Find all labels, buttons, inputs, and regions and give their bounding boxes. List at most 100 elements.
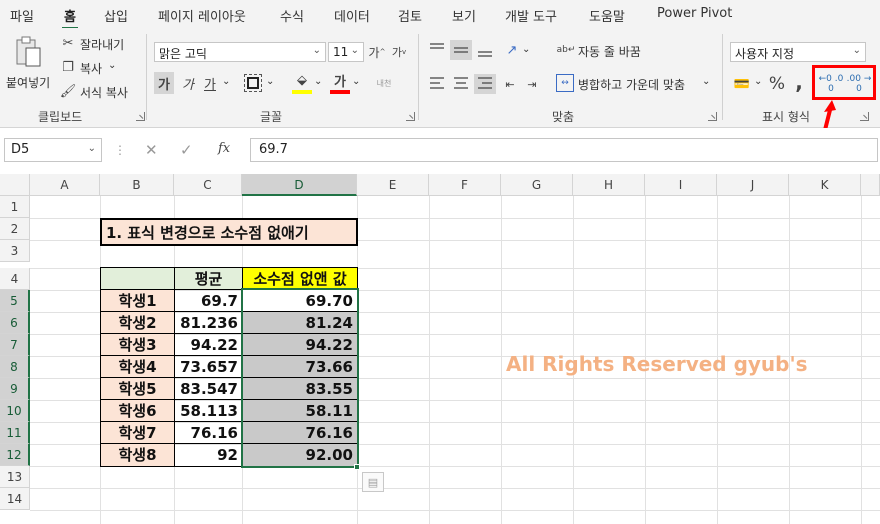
tab-home[interactable]: 홈 xyxy=(62,6,78,30)
fill-color-button[interactable]: ⬙ xyxy=(292,70,312,90)
tab-review[interactable]: 검토 xyxy=(398,6,422,25)
student-rounded-cell[interactable]: 83.55 xyxy=(242,377,358,400)
font-size-dropdown[interactable]: 11 ⌄ xyxy=(328,42,364,62)
font-color-button[interactable]: 가 xyxy=(330,70,350,90)
student-average-cell[interactable]: 92 xyxy=(174,443,243,467)
select-all-corner[interactable] xyxy=(0,174,30,196)
quick-analysis-icon[interactable]: ▤ xyxy=(362,472,384,492)
student-average-cell[interactable]: 69.7 xyxy=(174,289,243,312)
name-box[interactable]: D5 ⌄ xyxy=(4,138,102,162)
student-name-cell[interactable]: 학생5 xyxy=(100,377,175,400)
cancel-icon[interactable]: ✕ xyxy=(145,141,158,159)
tab-power-pivot[interactable]: Power Pivot xyxy=(657,6,732,21)
column-header-b[interactable]: B xyxy=(100,174,174,196)
orientation-icon[interactable]: ↗ xyxy=(502,40,522,60)
tab-insert[interactable]: 삽입 xyxy=(104,6,128,25)
column-header-j[interactable]: J xyxy=(717,174,789,196)
column-header-f[interactable]: F xyxy=(429,174,501,196)
column-header-d[interactable]: D xyxy=(242,174,357,196)
column-header-a[interactable]: A xyxy=(30,174,100,196)
comma-style-button[interactable]: , xyxy=(792,70,806,94)
row-header-12[interactable]: 12 xyxy=(0,444,30,466)
row-header-8[interactable]: 8 xyxy=(0,356,30,378)
clipboard-dialog-launcher-icon[interactable] xyxy=(136,112,145,121)
phonetic-guide-button[interactable]: 내천 xyxy=(372,72,396,94)
student-name-cell[interactable]: 학생6 xyxy=(100,399,175,422)
row-header-13[interactable]: 13 xyxy=(0,466,30,488)
student-name-cell[interactable]: 학생8 xyxy=(100,443,175,467)
row-header-3[interactable]: 3 xyxy=(0,240,30,262)
row-header-6[interactable]: 6 xyxy=(0,312,30,334)
student-name-cell[interactable]: 학생7 xyxy=(100,421,175,444)
column-header-c[interactable]: C xyxy=(174,174,242,196)
row-header-4[interactable]: 4 xyxy=(0,268,30,290)
student-name-cell[interactable]: 학생1 xyxy=(100,289,175,312)
spreadsheet-grid[interactable]: A B C D E F G H I J K 1 2 3 4 5 6 7 8 9 … xyxy=(0,174,880,524)
cut-button[interactable]: ✂ 잘라내기 xyxy=(60,34,130,54)
tab-help[interactable]: 도움말 xyxy=(589,6,625,25)
confirm-icon[interactable]: ✓ xyxy=(180,141,193,159)
column-header-g[interactable]: G xyxy=(501,174,573,196)
grow-font-button[interactable]: 가 ^ xyxy=(368,42,386,62)
column-header-k[interactable]: K xyxy=(789,174,861,196)
italic-button[interactable]: 가 xyxy=(178,72,198,94)
fill-handle[interactable] xyxy=(354,464,360,470)
student-rounded-cell[interactable]: 92.00 xyxy=(242,443,358,467)
font-dialog-launcher-icon[interactable] xyxy=(406,112,415,121)
tab-file[interactable]: 파일 xyxy=(10,6,34,25)
row-header-2[interactable]: 2 xyxy=(0,218,30,240)
student-name-cell[interactable]: 학생3 xyxy=(100,333,175,356)
wrap-text-button[interactable]: 자동 줄 바꿈 xyxy=(578,43,641,60)
row-header-10[interactable]: 10 xyxy=(0,400,30,422)
accounting-format-icon[interactable]: 💳 xyxy=(732,74,752,94)
student-rounded-cell[interactable]: 81.24 xyxy=(242,311,358,334)
tab-data[interactable]: 데이터 xyxy=(334,6,370,25)
row-header-5[interactable]: 5 xyxy=(0,290,30,312)
student-average-cell[interactable]: 58.113 xyxy=(174,399,243,422)
row-header-1[interactable]: 1 xyxy=(0,196,30,218)
student-rounded-cell[interactable]: 94.22 xyxy=(242,333,358,356)
student-name-cell[interactable]: 학생2 xyxy=(100,311,175,334)
student-average-cell[interactable]: 76.16 xyxy=(174,421,243,444)
number-format-dropdown[interactable]: 사용자 지정 ⌄ xyxy=(730,42,866,62)
column-header-i[interactable]: I xyxy=(645,174,717,196)
bold-button[interactable]: 가 xyxy=(154,72,174,94)
tab-page-layout[interactable]: 페이지 레이아웃 xyxy=(158,6,246,25)
percent-style-button[interactable]: % xyxy=(766,72,788,96)
header-cell-b4[interactable] xyxy=(100,267,175,290)
sheet-title[interactable]: 1. 표식 변경으로 소수점 없애기 xyxy=(100,218,358,246)
insert-function-icon[interactable]: fx xyxy=(218,141,230,156)
tab-formulas[interactable]: 수식 xyxy=(280,6,304,25)
column-header-e[interactable]: E xyxy=(357,174,429,196)
student-rounded-cell[interactable]: 58.11 xyxy=(242,399,358,422)
student-average-cell[interactable]: 94.22 xyxy=(174,333,243,356)
paste-button[interactable]: 붙여넣기 xyxy=(4,34,50,94)
header-cell-average[interactable]: 평균 xyxy=(174,267,243,290)
font-name-dropdown[interactable]: 맑은 고딕 ⌄ xyxy=(154,42,326,62)
row-header-9[interactable]: 9 xyxy=(0,378,30,400)
column-header-h[interactable]: H xyxy=(573,174,645,196)
increase-indent-icon[interactable]: ⇥ xyxy=(522,74,542,94)
merge-center-button[interactable]: 병합하고 가운데 맞춤 xyxy=(578,76,685,93)
row-header-14[interactable]: 14 xyxy=(0,488,30,510)
column-header-l[interactable] xyxy=(861,174,880,196)
underline-button[interactable]: 가 xyxy=(200,72,220,94)
student-average-cell[interactable]: 73.657 xyxy=(174,355,243,378)
student-rounded-cell[interactable]: 73.66 xyxy=(242,355,358,378)
row-header-7[interactable]: 7 xyxy=(0,334,30,356)
decrease-indent-icon[interactable]: ⇤ xyxy=(500,74,520,94)
format-painter-button[interactable]: 🖌 서식 복사 xyxy=(60,82,136,102)
tab-developer[interactable]: 개발 도구 xyxy=(505,6,557,25)
student-average-cell[interactable]: 83.547 xyxy=(174,377,243,400)
alignment-dialog-launcher-icon[interactable] xyxy=(708,112,717,121)
shrink-font-button[interactable]: 가v xyxy=(390,42,408,62)
student-rounded-cell[interactable]: 76.16 xyxy=(242,421,358,444)
header-cell-rounded[interactable]: 소수점 없앤 값 xyxy=(242,267,358,290)
formula-input[interactable]: 69.7 xyxy=(250,138,878,162)
student-rounded-cell[interactable]: 69.70 xyxy=(242,289,358,312)
copy-button[interactable]: ❐ 복사 ⌄ xyxy=(60,58,130,78)
student-average-cell[interactable]: 81.236 xyxy=(174,311,243,334)
row-header-11[interactable]: 11 xyxy=(0,422,30,444)
tab-view[interactable]: 보기 xyxy=(452,6,476,25)
number-dialog-launcher-icon[interactable] xyxy=(860,112,869,121)
